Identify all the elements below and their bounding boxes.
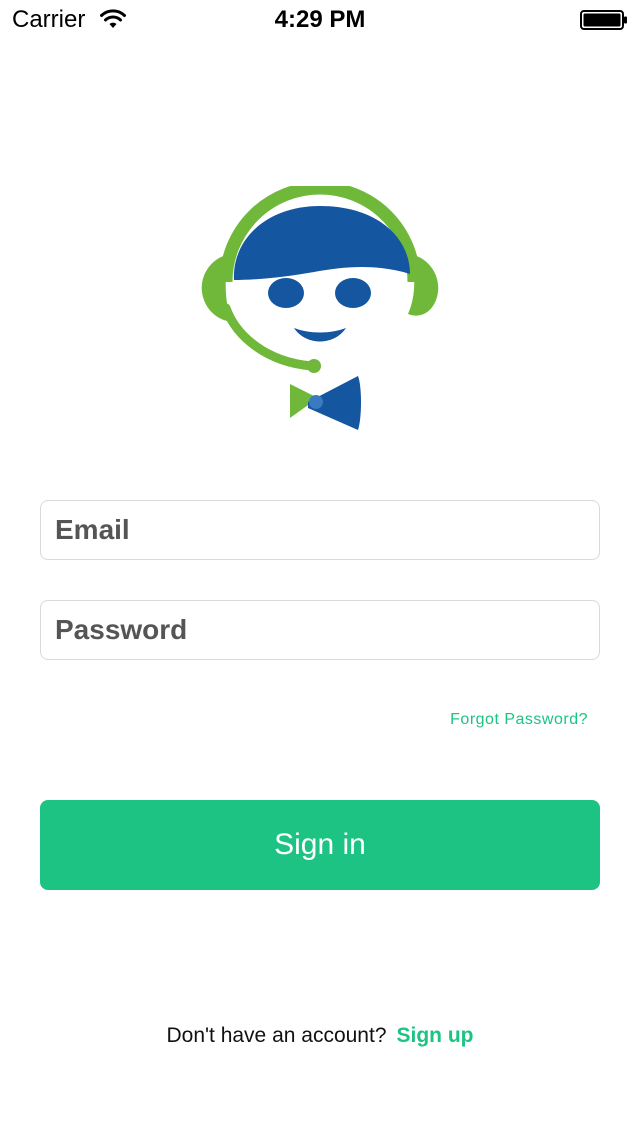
sign-in-button[interactable]: Sign in [40,800,600,890]
signup-footer: Don't have an account? Sign up [0,1022,640,1050]
status-bar: Carrier 4:29 PM [0,0,640,40]
password-field[interactable] [40,600,600,660]
forgot-password-link[interactable]: Forgot Password? [450,710,588,730]
support-agent-logo [201,186,439,430]
clock: 4:29 PM [274,6,366,33]
password-input[interactable] [41,601,599,659]
email-input[interactable] [41,501,599,559]
battery-icon [580,10,627,30]
email-field[interactable] [40,500,600,560]
sign-up-link[interactable]: Sign up [397,1024,474,1047]
signup-prompt: Don't have an account? [166,1024,387,1047]
